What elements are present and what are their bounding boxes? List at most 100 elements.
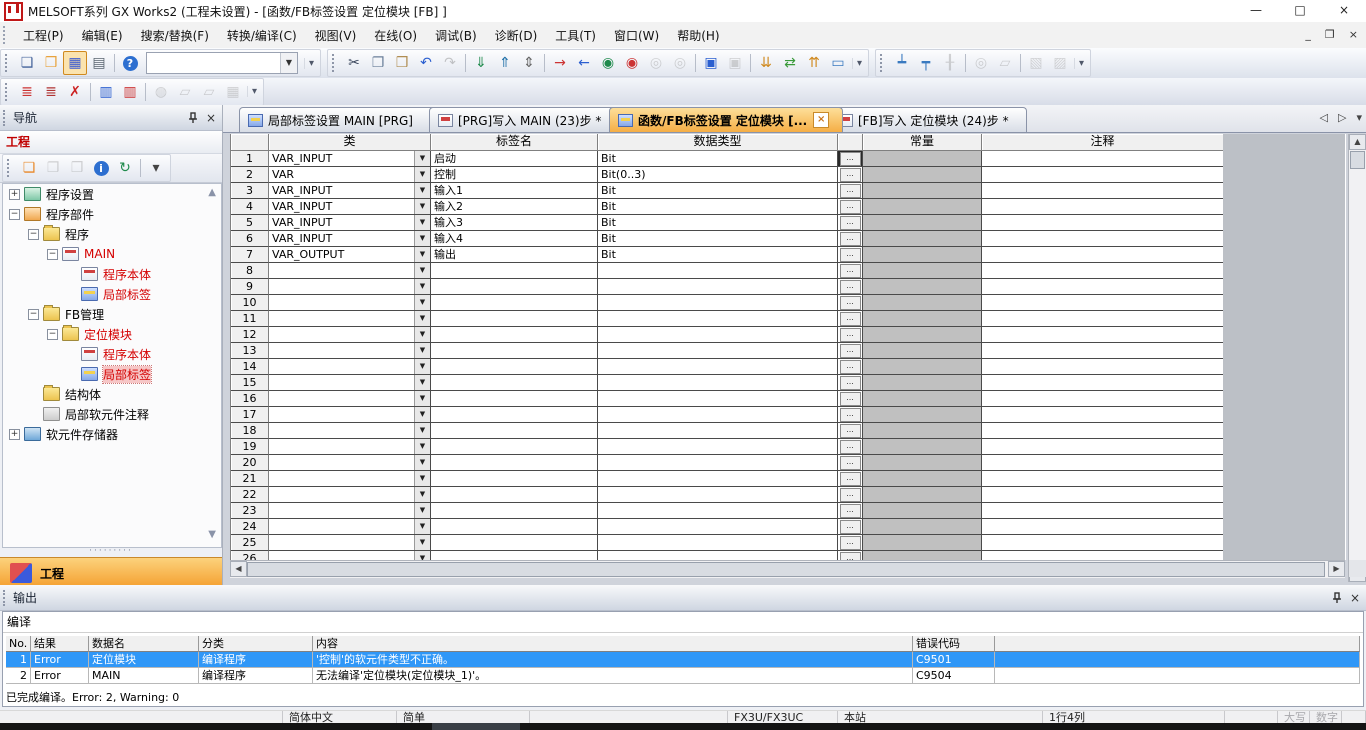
grid-label-cell[interactable] (431, 535, 598, 551)
class-dropdown-icon[interactable]: ▼ (414, 439, 430, 454)
output-close-icon[interactable]: × (1350, 591, 1360, 605)
grid-row-number[interactable]: 13 (231, 343, 269, 359)
type-browse-button[interactable]: ... (840, 552, 861, 560)
grid-comment-cell[interactable] (982, 503, 1224, 519)
class-dropdown-icon[interactable]: ▼ (414, 551, 430, 560)
scroll-right-button[interactable]: ▶ (1328, 561, 1345, 577)
grid-comment-cell[interactable] (982, 279, 1224, 295)
close-button[interactable]: × (1322, 0, 1366, 22)
new-project-icon[interactable]: ❏ (15, 51, 39, 75)
grid-type-cell[interactable] (598, 551, 838, 560)
grid-type-cell[interactable]: Bit (598, 199, 838, 215)
grid-type-cell[interactable] (598, 295, 838, 311)
combobox-value[interactable] (147, 53, 280, 73)
type-browse-button[interactable]: ... (840, 360, 861, 374)
grid-class-cell[interactable]: VAR▼ (269, 167, 431, 183)
grid-comment-cell[interactable] (982, 519, 1224, 535)
menu-item[interactable]: 工具(T) (546, 24, 605, 47)
mdi-minimize-button[interactable]: _ (1305, 27, 1311, 43)
class-dropdown-icon[interactable]: ▼ (414, 471, 430, 486)
grid-class-cell[interactable]: ▼ (269, 471, 431, 487)
grid-type-cell[interactable] (598, 439, 838, 455)
grid-label-cell[interactable]: 输入3 (431, 215, 598, 231)
grid-label-cell[interactable] (431, 263, 598, 279)
grid-class-cell[interactable]: ▼ (269, 311, 431, 327)
class-dropdown-icon[interactable]: ▼ (414, 487, 430, 502)
sort-icon[interactable]: ▾ (144, 156, 168, 180)
grid-row-number[interactable]: 12 (231, 327, 269, 343)
grid-comment-cell[interactable] (982, 327, 1224, 343)
grid-comment-cell[interactable] (982, 263, 1224, 279)
grid-row-number[interactable]: 5 (231, 215, 269, 231)
grid-comment-cell[interactable] (982, 199, 1224, 215)
new-declaration-icon[interactable]: ≣ (15, 80, 39, 104)
tree-item[interactable]: −程序部件 (3, 204, 221, 224)
copy-icon[interactable]: ❐ (366, 51, 390, 75)
grid-comment-cell[interactable] (982, 423, 1224, 439)
grid-row-number[interactable]: 15 (231, 375, 269, 391)
grid-class-cell[interactable]: ▼ (269, 279, 431, 295)
monitor-start-icon[interactable]: ◉ (596, 51, 620, 75)
menu-item[interactable]: 视图(V) (306, 24, 366, 47)
grid-comment-cell[interactable] (982, 359, 1224, 375)
grid-row-number[interactable]: 24 (231, 519, 269, 535)
class-dropdown-icon[interactable]: ▼ (414, 295, 430, 310)
tree-item[interactable]: +程序设置 (3, 184, 221, 204)
horizontal-scroll-thumb[interactable] (247, 562, 1325, 577)
grid-comment-cell[interactable] (982, 295, 1224, 311)
class-dropdown-icon[interactable]: ▼ (414, 263, 430, 278)
grid-class-cell[interactable]: ▼ (269, 439, 431, 455)
grid-type-cell[interactable] (598, 327, 838, 343)
tree-item[interactable]: 局部软元件注释 (3, 404, 221, 424)
grid-row-number[interactable]: 4 (231, 199, 269, 215)
monitor-mode-icon[interactable]: ┷ (890, 51, 914, 75)
grid-label-cell[interactable] (431, 551, 598, 560)
grid-label-cell[interactable] (431, 375, 598, 391)
grid-comment-cell[interactable] (982, 151, 1224, 167)
grid-label-cell[interactable]: 控制 (431, 167, 598, 183)
type-browse-button[interactable]: ... (840, 328, 861, 342)
toolbar-overflow-button[interactable]: ▾ (247, 86, 261, 97)
grid-class-cell[interactable]: ▼ (269, 407, 431, 423)
grid-row-number[interactable]: 10 (231, 295, 269, 311)
minimize-button[interactable]: — (1234, 0, 1278, 22)
grid-row-number[interactable]: 9 (231, 279, 269, 295)
type-browse-button[interactable]: ... (840, 488, 861, 502)
toolbar-combobox[interactable]: ▼ (146, 52, 298, 74)
menu-item[interactable]: 诊断(D) (486, 24, 547, 47)
grid-label-cell[interactable] (431, 295, 598, 311)
document-tab[interactable]: 局部标签设置 MAIN [PRG] (239, 107, 441, 132)
tree-item[interactable]: 局部标签 (3, 284, 221, 304)
tab-scroll-right-icon[interactable]: ▷ (1338, 111, 1346, 124)
grid-row-number[interactable]: 26 (231, 551, 269, 560)
toolbar-overflow-button[interactable]: ▾ (304, 58, 318, 69)
grid-label-cell[interactable]: 输入1 (431, 183, 598, 199)
grid-type-cell[interactable]: Bit (598, 247, 838, 263)
grid-row-number[interactable]: 21 (231, 471, 269, 487)
grid-label-cell[interactable] (431, 503, 598, 519)
grid-row-number[interactable]: 1 (231, 151, 269, 167)
grid-type-cell[interactable]: Bit (598, 151, 838, 167)
insert-row-icon[interactable]: ≣ (39, 80, 63, 104)
grid-class-cell[interactable]: ▼ (269, 343, 431, 359)
grid-class-cell[interactable]: VAR_INPUT▼ (269, 183, 431, 199)
tab-scroll-left-icon[interactable]: ◁ (1320, 111, 1328, 124)
class-dropdown-icon[interactable]: ▼ (414, 167, 430, 182)
write-to-plc-icon[interactable]: → (548, 51, 572, 75)
device-verify-icon[interactable]: ⇕ (517, 51, 541, 75)
menu-item[interactable]: 工程(P) (14, 24, 73, 47)
pc-lock-icon[interactable]: ▭ (826, 51, 850, 75)
type-browse-button[interactable]: ... (840, 200, 861, 214)
tab-close-icon[interactable]: × (813, 112, 829, 128)
class-dropdown-icon[interactable]: ▼ (414, 183, 430, 198)
grid-type-cell[interactable] (598, 471, 838, 487)
grid-class-cell[interactable]: ▼ (269, 359, 431, 375)
class-dropdown-icon[interactable]: ▼ (414, 231, 430, 246)
grid-type-cell[interactable] (598, 311, 838, 327)
new-data-icon[interactable]: ❏ (17, 156, 41, 180)
class-dropdown-icon[interactable]: ▼ (414, 247, 430, 262)
type-browse-button[interactable]: ... (840, 280, 861, 294)
tree-item[interactable]: −FB管理 (3, 304, 221, 324)
grid-type-cell[interactable] (598, 263, 838, 279)
class-dropdown-icon[interactable]: ▼ (414, 535, 430, 550)
